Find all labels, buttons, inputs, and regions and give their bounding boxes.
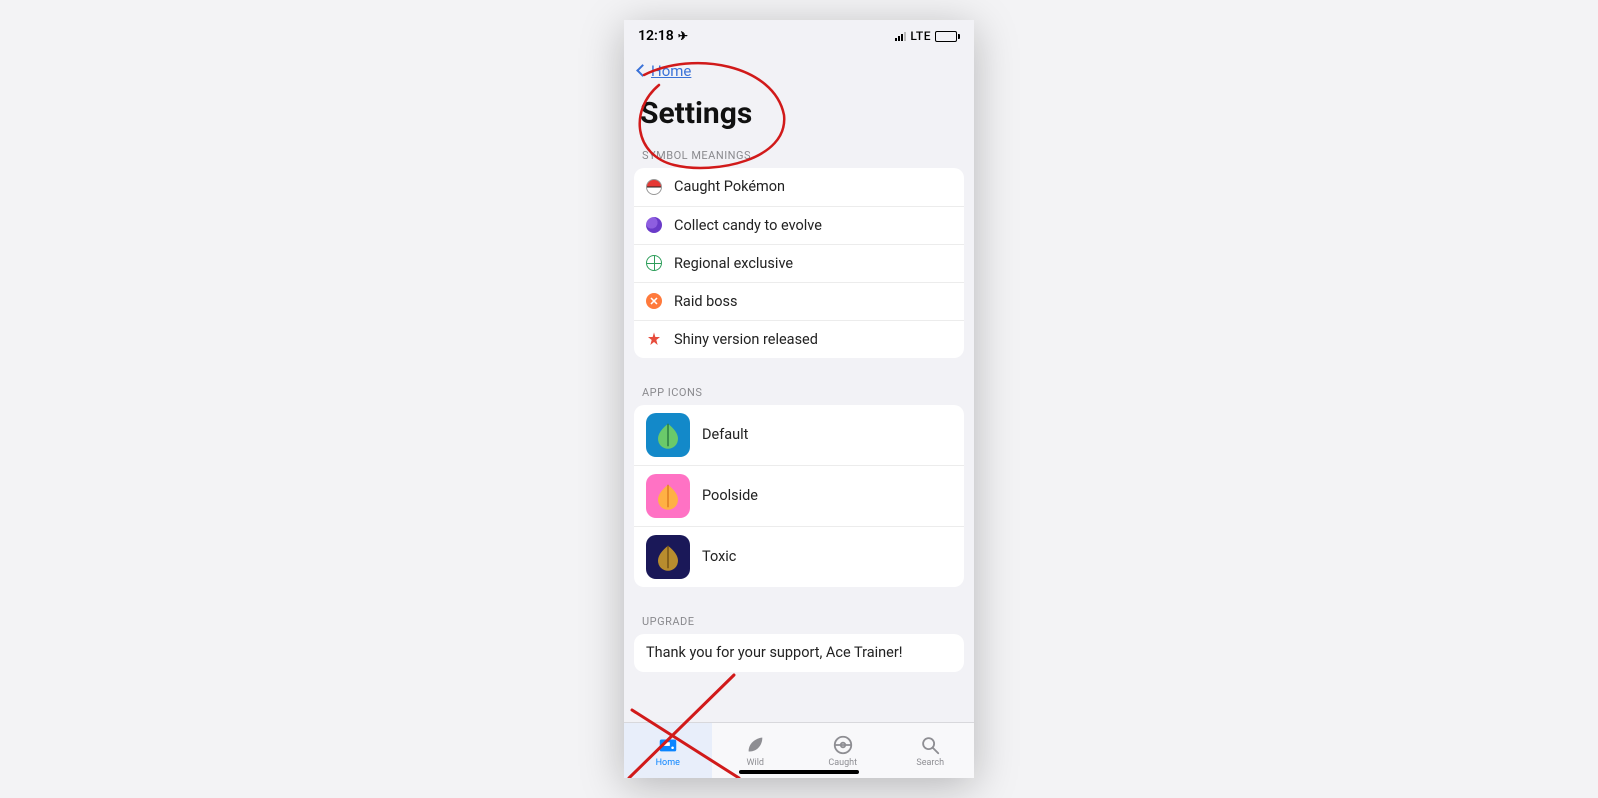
status-right: LTE (895, 29, 960, 43)
pokeball-icon (832, 734, 854, 756)
network-label: LTE (910, 29, 931, 43)
symbol-label: Raid boss (674, 293, 738, 310)
status-left: 12:18 ✈︎ (638, 28, 688, 44)
status-bar: 12:18 ✈︎ LTE (624, 20, 974, 52)
home-indicator[interactable] (739, 770, 859, 774)
appicon-poolside-icon (646, 474, 690, 518)
shiny-icon (646, 331, 662, 347)
home-icon (657, 734, 679, 756)
symbol-row-shiny: Shiny version released (634, 320, 964, 358)
symbol-row-candy: Collect candy to evolve (634, 206, 964, 244)
appicon-label: Toxic (702, 548, 736, 565)
tab-home[interactable]: Home (624, 723, 712, 778)
pokeball-icon (646, 179, 662, 195)
phone-screen: 12:18 ✈︎ LTE Home Settings SYMBOL MEANIN… (624, 20, 974, 778)
symbol-label: Shiny version released (674, 331, 818, 348)
appicons-card: Default Poolside Toxic (634, 405, 964, 587)
upgrade-message: Thank you for your support, Ace Trainer! (646, 644, 903, 661)
location-icon: ✈︎ (678, 29, 688, 43)
settings-content[interactable]: SYMBOL MEANINGS Caught Pokémon Collect c… (624, 139, 974, 723)
tab-label: Caught (828, 758, 857, 768)
symbol-label: Collect candy to evolve (674, 217, 822, 234)
status-time: 12:18 (638, 28, 674, 44)
appicon-label: Default (702, 426, 748, 443)
battery-icon (935, 31, 960, 42)
symbol-row-regional: Regional exclusive (634, 244, 964, 282)
signal-icon (895, 31, 906, 41)
tab-label: Wild (747, 758, 764, 768)
page-title: Settings (624, 84, 974, 139)
globe-icon (646, 255, 662, 271)
appicon-toxic-icon (646, 535, 690, 579)
appicon-row-default[interactable]: Default (634, 405, 964, 465)
appicon-row-toxic[interactable]: Toxic (634, 526, 964, 587)
chevron-left-icon (636, 64, 649, 77)
tab-search[interactable]: Search (887, 723, 975, 778)
back-label: Home (651, 62, 691, 80)
upgrade-row: Thank you for your support, Ace Trainer! (634, 634, 964, 672)
tab-label: Home (656, 758, 680, 768)
back-home-link[interactable]: Home (638, 62, 691, 80)
appicon-row-poolside[interactable]: Poolside (634, 465, 964, 526)
symbol-row-caught: Caught Pokémon (634, 168, 964, 206)
section-header-upgrade: UPGRADE (624, 605, 974, 634)
symbol-label: Regional exclusive (674, 255, 793, 272)
candy-icon (646, 217, 662, 233)
raid-icon: ✕ (646, 293, 662, 309)
symbol-row-raid: ✕ Raid boss (634, 282, 964, 320)
symbol-label: Caught Pokémon (674, 178, 785, 195)
upgrade-card: Thank you for your support, Ace Trainer! (634, 634, 964, 672)
tab-label: Search (916, 758, 944, 768)
section-header-symbols: SYMBOL MEANINGS (624, 139, 974, 168)
leaf-icon (744, 734, 766, 756)
appicon-label: Poolside (702, 487, 758, 504)
section-header-appicons: APP ICONS (624, 376, 974, 405)
search-icon (919, 734, 941, 756)
appicon-default-icon (646, 413, 690, 457)
symbols-card: Caught Pokémon Collect candy to evolve R… (634, 168, 964, 358)
